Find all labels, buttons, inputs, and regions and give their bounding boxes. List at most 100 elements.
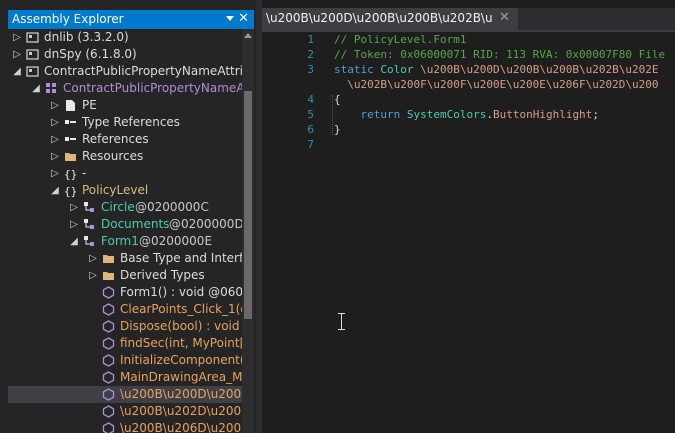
expand-arrow-icon[interactable]: ▷ bbox=[50, 114, 60, 131]
code-line[interactable]: 7 bbox=[262, 137, 675, 152]
method-icon bbox=[102, 371, 115, 384]
tree-row-label: Documents bbox=[101, 217, 170, 231]
folder-icon bbox=[102, 252, 115, 265]
tree-row-label: \u200B\u202D\u200E\ bbox=[120, 404, 242, 418]
code-line[interactable]: 3 static Color \u200B\u200D\u200B\u200B\u… bbox=[262, 62, 675, 77]
tree-row-label: dnSpy (6.1.8.0) bbox=[44, 47, 137, 61]
line-number: 2 bbox=[307, 48, 314, 61]
tree-row-label: Derived Types bbox=[120, 268, 205, 282]
collapse-arrow-icon[interactable]: ◢ bbox=[50, 182, 60, 199]
tree-row-label: \u200B\u206D\u200E\ bbox=[120, 421, 242, 433]
expand-arrow-icon[interactable]: ▷ bbox=[69, 199, 79, 216]
tree-row[interactable]: \u200B\u202D\u200E\ bbox=[8, 403, 242, 420]
code-text: } bbox=[334, 122, 341, 137]
expand-arrow-icon[interactable]: ▷ bbox=[88, 267, 98, 284]
expand-arrow-icon[interactable]: ▷ bbox=[50, 131, 60, 148]
code-token: // Token: 0x06000071 RID: 113 RVA: 0x000… bbox=[334, 48, 666, 61]
svg-text:{}: {} bbox=[64, 185, 77, 197]
code-line[interactable]: \u202B\u200F\u200F\u200E\u200E\u206F\u20… bbox=[262, 77, 675, 92]
collapse-arrow-icon[interactable]: ◢ bbox=[31, 80, 41, 97]
scrollbar-thumb[interactable] bbox=[244, 91, 252, 319]
line-number: 5 bbox=[307, 108, 314, 121]
code-token: ButtonHighlight bbox=[492, 108, 593, 121]
code-token: Color bbox=[380, 63, 421, 76]
tab-strip: \u200B\u200D\u200B\u200B\u202B\u202... ✕ bbox=[262, 8, 675, 30]
tree-row[interactable]: ▷ dnSpy (6.1.8.0) bbox=[8, 46, 242, 63]
code-token: ; bbox=[592, 108, 599, 121]
tree-row[interactable]: \u200B\u200D\u200B\ bbox=[8, 386, 242, 403]
code-editor[interactable]: \u200B\u200D\u200B\u200B\u202B\u202... ✕… bbox=[262, 0, 675, 433]
code-text: // Token: 0x06000071 RID: 113 RVA: 0x000… bbox=[334, 47, 665, 62]
tree-row-label: Base Type and Interfac bbox=[120, 251, 242, 265]
tree-row-label: InitializeComponent() bbox=[120, 353, 242, 367]
code-line[interactable]: 5 return SystemColors.ButtonHighlight; bbox=[262, 107, 675, 122]
tree-row[interactable]: ◢ Form1 @0200000E bbox=[8, 233, 242, 250]
method-icon bbox=[102, 320, 115, 333]
tab-close-icon[interactable]: ✕ bbox=[499, 10, 510, 25]
tree-row[interactable]: ◢ {} PolicyLevel bbox=[8, 182, 242, 199]
metadata-token: @0200000D bbox=[169, 217, 242, 231]
file-icon bbox=[64, 99, 77, 112]
expand-arrow-icon[interactable]: ▷ bbox=[12, 46, 22, 63]
close-icon[interactable]: ✕ bbox=[238, 10, 249, 28]
folder-icon bbox=[64, 150, 77, 163]
tree-row[interactable]: ▷ Documents @0200000D bbox=[8, 216, 242, 233]
tree-row[interactable]: ▷ References bbox=[8, 131, 242, 148]
code-token: // PolicyLevel.Form1 bbox=[334, 33, 467, 46]
tree-row[interactable]: ClearPoints_Click_1(ob bbox=[8, 301, 242, 318]
method-icon bbox=[102, 422, 115, 433]
tree-row[interactable]: MainDrawingArea_Mo bbox=[8, 369, 242, 386]
tree-row[interactable]: ▷ dnlib (3.3.2.0) bbox=[8, 29, 242, 46]
dropdown-arrow-icon[interactable] bbox=[226, 16, 234, 21]
scroll-up-arrow-icon[interactable] bbox=[244, 33, 252, 38]
method-icon bbox=[102, 286, 115, 299]
panel-title: Assembly Explorer bbox=[12, 12, 124, 26]
collapse-arrow-icon[interactable]: ◢ bbox=[69, 233, 79, 250]
tree-row[interactable]: ▷ {} - bbox=[8, 165, 242, 182]
class-icon bbox=[83, 218, 96, 231]
tree-row-label: ContractPublicPropertyNameAttrib bbox=[63, 81, 242, 95]
expand-arrow-icon[interactable]: ▷ bbox=[12, 29, 22, 46]
svg-text:{}: {} bbox=[64, 168, 77, 180]
class-icon bbox=[83, 235, 96, 248]
line-number: 4 bbox=[307, 93, 314, 106]
code-area[interactable]: 1 // PolicyLevel.Form1 2 // Token: 0x060000… bbox=[262, 32, 675, 433]
code-line[interactable]: 1 // PolicyLevel.Form1 bbox=[262, 32, 675, 47]
tree-row[interactable]: ▷ PE bbox=[8, 97, 242, 114]
tree-row-label: ClearPoints_Click_1(ob bbox=[120, 302, 242, 316]
code-text: { bbox=[334, 92, 341, 107]
code-token: \u200B\u200D\u200B\u200B\u202B\u202E bbox=[420, 63, 659, 76]
tree-row[interactable]: ▷ Circle @0200000C bbox=[8, 199, 242, 216]
tree-row-label: PE bbox=[82, 98, 97, 112]
tree-row[interactable]: Dispose(bool) : void @ bbox=[8, 318, 242, 335]
tree-scrollbar[interactable] bbox=[242, 29, 254, 433]
assembly-tree[interactable]: ▷ dnlib (3.3.2.0) ▷ dnSpy (6.1.8.0) ◢ Contrac… bbox=[8, 29, 242, 433]
expand-arrow-icon[interactable]: ▷ bbox=[50, 97, 60, 114]
expand-arrow-icon[interactable]: ▷ bbox=[50, 148, 60, 165]
tree-row[interactable]: Form1() : void @06000 bbox=[8, 284, 242, 301]
assembly-explorer-panel: Assembly Explorer ✕ ▷ dnlib (3.3.2.0) ▷ dnS… bbox=[0, 0, 256, 433]
code-line[interactable]: 6} bbox=[262, 122, 675, 137]
code-text: return SystemColors.ButtonHighlight; bbox=[334, 107, 599, 122]
tree-row[interactable]: ▷ Base Type and Interfac bbox=[8, 250, 242, 267]
tree-row[interactable]: ▷ Resources bbox=[8, 148, 242, 165]
method-icon bbox=[102, 303, 115, 316]
tree-row[interactable]: ▷ Type References bbox=[8, 114, 242, 131]
tree-row[interactable]: ◢ ContractPublicPropertyNameAttrib bbox=[8, 80, 242, 97]
code-token: . bbox=[486, 108, 493, 121]
tree-row[interactable]: \u200B\u206D\u200E\ bbox=[8, 420, 242, 433]
expand-arrow-icon[interactable]: ▷ bbox=[69, 216, 79, 233]
tree-row-label: PolicyLevel bbox=[82, 183, 149, 197]
tree-row[interactable]: findSec(int, MyPoint[] bbox=[8, 335, 242, 352]
tree-row-label: - bbox=[82, 166, 87, 180]
code-line[interactable]: 2 // Token: 0x06000071 RID: 113 RVA: 0x00… bbox=[262, 47, 675, 62]
expand-arrow-icon[interactable]: ▷ bbox=[88, 250, 98, 267]
code-line[interactable]: 4{ bbox=[262, 92, 675, 107]
tree-row[interactable]: ▷ Derived Types bbox=[8, 267, 242, 284]
expand-arrow-icon[interactable]: ▷ bbox=[50, 165, 60, 182]
tree-row[interactable]: ◢ ContractPublicPropertyNameAttrib ( bbox=[8, 63, 242, 80]
editor-tab[interactable]: \u200B\u200D\u200B\u200B\u202B\u202... ✕ bbox=[262, 8, 518, 30]
collapse-arrow-icon[interactable]: ◢ bbox=[12, 63, 22, 80]
code-text: static Color \u200B\u200D\u200B\u200B\u2… bbox=[334, 62, 659, 77]
tree-row[interactable]: InitializeComponent() bbox=[8, 352, 242, 369]
